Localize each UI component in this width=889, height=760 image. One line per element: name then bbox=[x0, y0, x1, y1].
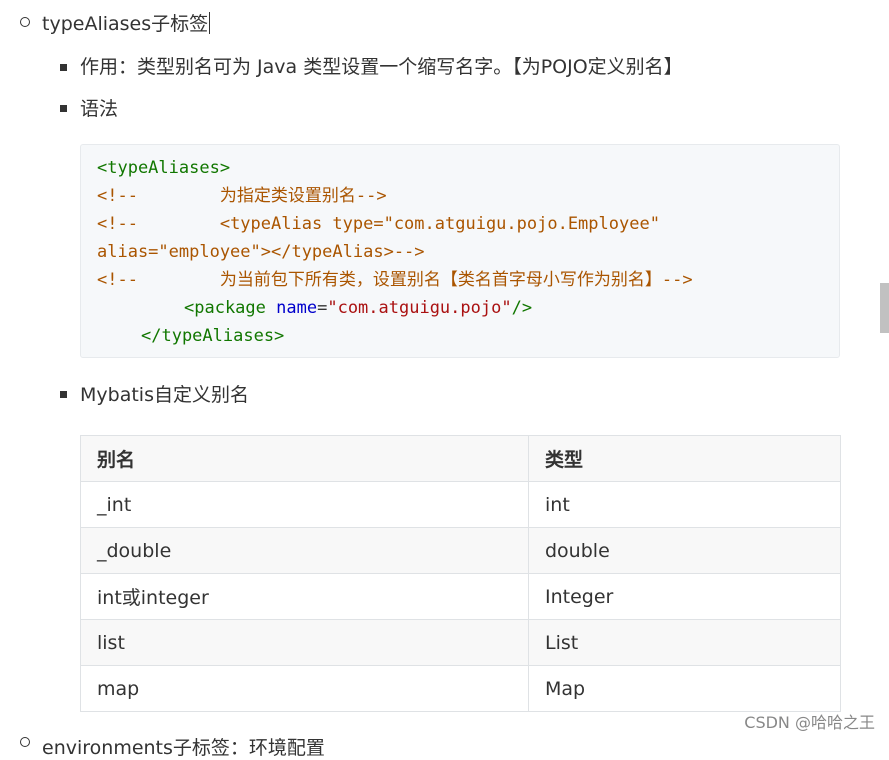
comment-close: --> bbox=[661, 270, 693, 290]
code-tag: <typeAliases> bbox=[97, 158, 231, 178]
table-row: list List bbox=[80, 619, 841, 666]
comment-text: 为当前包下所有类，设置别名【类名首字母小写作为别名】 bbox=[137, 270, 662, 290]
scrollbar-thumb[interactable] bbox=[880, 283, 889, 333]
code-block[interactable]: <typeAliases> <!-- 为指定类设置别名--> <!-- <typ… bbox=[80, 144, 840, 358]
code-line-2: <!-- 为指定类设置别名--> bbox=[97, 185, 387, 207]
circle-bullet-icon bbox=[20, 17, 30, 27]
comment-open: <!-- bbox=[97, 214, 138, 234]
comment-open: <!-- bbox=[97, 186, 138, 206]
code-tag: <package bbox=[184, 298, 266, 318]
mybatis-aliases-label: Mybatis自定义别名 bbox=[80, 384, 249, 406]
type-cell: Map bbox=[528, 665, 841, 712]
purpose-text: 作用：类型别名可为 Java 类型设置一个缩写名字。【为POJO定义别名】 bbox=[80, 56, 683, 78]
table-header-row: 别名 类型 bbox=[80, 435, 841, 482]
comment-text: alias="employee"></typeAlias> bbox=[97, 242, 394, 262]
circle-bullet-icon bbox=[20, 737, 30, 747]
alias-cell: list bbox=[80, 619, 529, 666]
code-tag: /> bbox=[511, 298, 533, 318]
type-aliases-heading-text: typeAliases子标签 bbox=[42, 13, 209, 35]
alias-cell: map bbox=[80, 665, 529, 712]
code-line-3: <!-- <typeAlias type="com.atguigu.pojo.E… bbox=[97, 213, 660, 235]
comment-close: --> bbox=[393, 242, 425, 262]
comment-text: 为指定类设置别名 bbox=[137, 186, 356, 206]
square-bullet-icon bbox=[60, 105, 67, 112]
type-cell: List bbox=[528, 619, 841, 666]
square-bullet-icon bbox=[60, 391, 67, 398]
syntax-label: 语法 bbox=[80, 98, 119, 120]
comment-text: <typeAlias type="com.atguigu.pojo.Employ… bbox=[137, 214, 660, 234]
table-row: int或integer Integer bbox=[80, 573, 841, 620]
watermark: CSDN @哈哈之王 bbox=[744, 713, 875, 732]
header-alias: 别名 bbox=[80, 435, 529, 482]
header-type: 类型 bbox=[528, 435, 841, 482]
comment-open: <!-- bbox=[97, 270, 138, 290]
code-eq: = bbox=[317, 298, 328, 318]
code-attr: name bbox=[276, 298, 318, 318]
type-cell: int bbox=[528, 481, 841, 528]
alias-cell: int或integer bbox=[80, 573, 529, 620]
alias-table: 别名 类型 _int int _double double int或intege… bbox=[80, 435, 841, 712]
type-aliases-heading: typeAliases子标签 bbox=[42, 12, 211, 36]
code-line-1: <typeAliases> bbox=[97, 157, 230, 179]
type-cell: Integer bbox=[528, 573, 841, 620]
type-cell: double bbox=[528, 527, 841, 574]
code-tag: </typeAliases> bbox=[141, 326, 285, 346]
text-cursor bbox=[209, 12, 211, 34]
table-row: _int int bbox=[80, 481, 841, 528]
alias-cell: _int bbox=[80, 481, 529, 528]
code-line-7: </typeAliases> bbox=[141, 325, 284, 347]
code-line-6: <package name="com.atguigu.pojo"/> bbox=[184, 297, 532, 319]
code-line-4: alias="employee"></typeAlias>--> bbox=[97, 241, 425, 263]
comment-close: --> bbox=[355, 186, 387, 206]
square-bullet-icon bbox=[60, 64, 67, 71]
code-line-5: <!-- 为当前包下所有类，设置别名【类名首字母小写作为别名】--> bbox=[97, 269, 693, 291]
alias-cell: _double bbox=[80, 527, 529, 574]
table-row: _double double bbox=[80, 527, 841, 574]
code-string: "com.atguigu.pojo" bbox=[327, 298, 512, 318]
table-row: map Map bbox=[80, 665, 841, 712]
next-item-partial: environments子标签：环境配置 bbox=[42, 737, 325, 759]
